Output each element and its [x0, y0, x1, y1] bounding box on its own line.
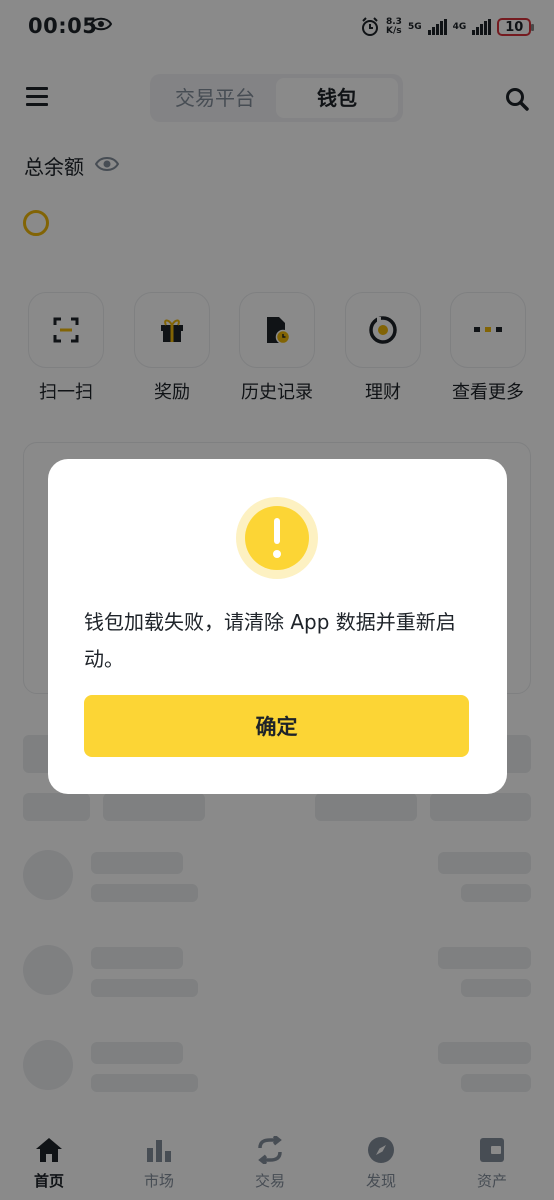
error-dialog: 钱包加载失败，请清除 App 数据并重新启动。 确定	[48, 459, 507, 794]
warning-icon	[236, 497, 318, 579]
confirm-button[interactable]: 确定	[84, 695, 469, 757]
dialog-message: 钱包加载失败，请清除 App 数据并重新启动。	[84, 610, 456, 671]
